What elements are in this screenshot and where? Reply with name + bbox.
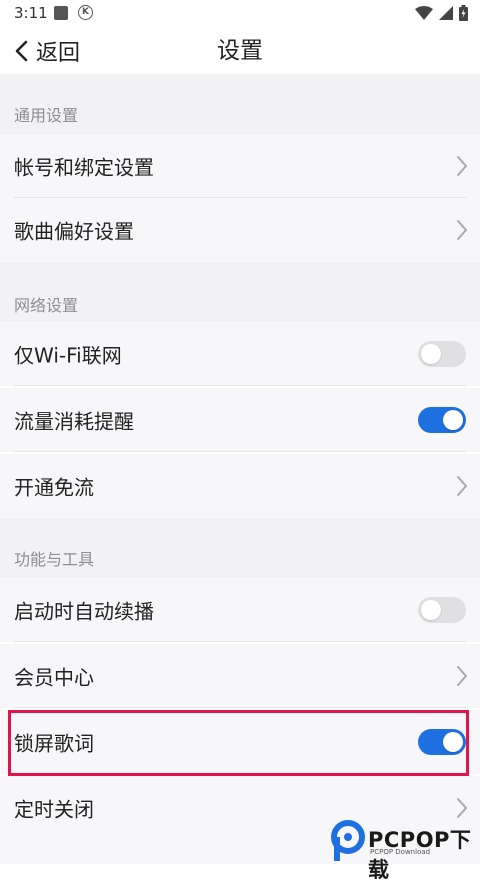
row-label: 会员中心: [14, 665, 94, 690]
wifi-icon: [415, 6, 433, 20]
row-free-data-plan[interactable]: 开通免流: [0, 454, 480, 518]
toggle-knob: [421, 600, 441, 620]
signal-icon: [439, 6, 453, 20]
divider: [14, 451, 466, 452]
row-lockscreen-lyrics[interactable]: 锁屏歌词: [0, 710, 480, 774]
row-label: 仅Wi-Fi联网: [14, 343, 122, 368]
row-label: 流量消耗提醒: [14, 409, 134, 434]
lockscreen-lyrics-toggle[interactable]: [418, 729, 466, 755]
row-label: 锁屏歌词: [14, 731, 94, 756]
row-label: 歌曲偏好设置: [14, 219, 134, 244]
divider: [14, 385, 466, 386]
data-usage-alert-toggle[interactable]: [418, 407, 466, 433]
toggle-knob: [443, 410, 463, 430]
chevron-right-icon: [457, 476, 467, 496]
row-label: 帐号和绑定设置: [14, 155, 154, 180]
pcpop-logo-icon: [331, 820, 365, 861]
section-label: 通用设置: [14, 106, 79, 125]
back-button[interactable]: 返回: [14, 34, 80, 68]
section-label: 网络设置: [14, 296, 79, 315]
chevron-right-icon: [457, 666, 467, 686]
toggle-knob: [443, 732, 463, 752]
battery-icon: [459, 5, 468, 21]
watermark-sub: PCPOP Download: [370, 848, 431, 856]
row-data-usage-alert[interactable]: 流量消耗提醒: [0, 388, 480, 452]
divider: [14, 641, 466, 642]
notification-square-icon: [54, 6, 68, 20]
back-label: 返回: [36, 41, 81, 66]
status-time: 3:11: [14, 4, 48, 22]
section-header-general: 通用设置: [0, 74, 480, 134]
section-label: 功能与工具: [14, 550, 95, 569]
auto-resume-toggle[interactable]: [418, 597, 466, 623]
row-auto-resume[interactable]: 启动时自动续播: [0, 578, 480, 642]
row-account-binding[interactable]: 帐号和绑定设置: [0, 134, 480, 198]
chevron-right-icon: [457, 798, 467, 818]
row-label: 启动时自动续播: [14, 599, 154, 624]
status-bar: 3:11 K: [0, 0, 480, 28]
wifi-only-toggle[interactable]: [418, 341, 466, 367]
toggle-knob: [421, 344, 441, 364]
divider: [14, 707, 466, 708]
status-icons: [415, 5, 468, 21]
row-label: 定时关闭: [14, 797, 94, 822]
section-header-tools: 功能与工具: [0, 518, 480, 578]
row-wifi-only[interactable]: 仅Wi-Fi联网: [0, 322, 480, 386]
header: 设置 返回: [0, 28, 480, 74]
chevron-right-icon: [457, 220, 467, 240]
chevron-right-icon: [457, 156, 467, 176]
row-label: 开通免流: [14, 475, 94, 500]
row-member-center[interactable]: 会员中心: [0, 644, 480, 708]
chevron-left-icon: [15, 40, 28, 62]
section-header-network: 网络设置: [0, 262, 480, 322]
row-song-preference[interactable]: 歌曲偏好设置: [0, 198, 480, 262]
watermark-logo: PCPOP下载 PCPOP Download: [330, 818, 480, 882]
k-badge-icon: K: [78, 5, 93, 20]
divider: [14, 773, 466, 774]
